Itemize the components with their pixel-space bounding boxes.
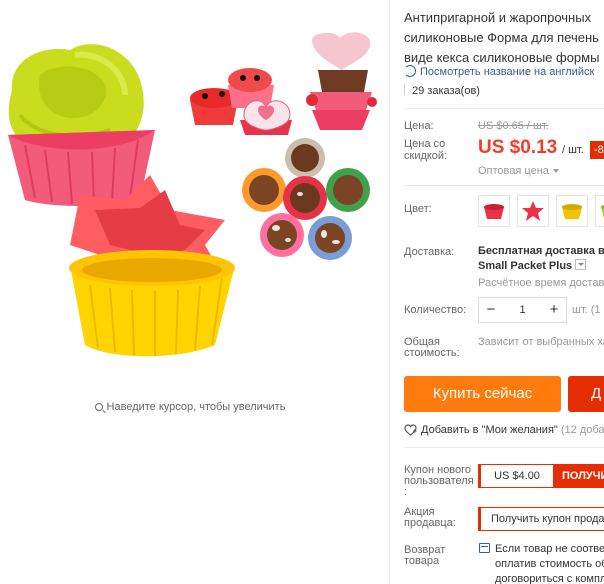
wholesale-label: Оптовая цена — [478, 165, 549, 177]
quantity-unit: шт. (1 — [572, 304, 601, 316]
quantity-minus-button[interactable]: − — [479, 298, 503, 322]
add-to-cart-button[interactable]: Д — [568, 376, 604, 412]
color-swatch-green[interactable] — [595, 195, 604, 227]
color-label: Цвет: — [404, 203, 432, 215]
main-product-image[interactable] — [0, 30, 390, 370]
chevron-down-icon — [575, 259, 587, 270]
discount-price-label-2: скидкой: — [404, 150, 448, 162]
return-policy-text: Если товар не соответ оплатив стоимость … — [495, 542, 604, 584]
view-english-title-link[interactable]: Посмотреть название на английск — [404, 65, 594, 78]
zoom-hint-text: Наведите курсор, чтобы увеличить — [106, 401, 286, 413]
discount-badge: -8 — [590, 141, 604, 159]
title-line-1: Антипригарной и жаропрочных — [404, 10, 592, 25]
green-cupcake-mold-icon — [601, 204, 604, 219]
return-policy-icon — [479, 543, 490, 553]
returns-label-2: товара — [404, 555, 440, 567]
title-line-2: силиконовые Форма для печень — [404, 30, 599, 45]
seller-coupon-button[interactable]: Получить купон прода — [478, 507, 604, 531]
orders-count: 29 заказа(ов) — [404, 84, 480, 97]
magnifier-icon — [94, 403, 103, 411]
yellow-cupcake-mold-icon — [562, 204, 582, 219]
heart-icon — [404, 424, 417, 436]
quantity-label: Количество: — [404, 304, 467, 316]
total-value: Зависит от выбранных хар — [478, 336, 604, 348]
orders-text: 29 заказа(ов) — [412, 85, 480, 97]
shipping-method-select[interactable]: Small Packet Plus — [478, 259, 587, 274]
wishlist-text: Добавить в "Мои желания" — [421, 424, 558, 436]
quantity-stepper: − 1 + — [478, 297, 567, 323]
shipping-free: Бесплатная доставка в — [478, 245, 604, 257]
pink-heart-mold-stack — [306, 32, 377, 130]
gallery-divider — [389, 0, 390, 584]
divider — [404, 447, 604, 448]
return-line-1: Если товар не соответ — [495, 543, 604, 555]
shipping-method: Small Packet Plus — [478, 260, 573, 272]
get-coupon-button[interactable]: ПОЛУЧИ — [554, 464, 604, 488]
yellow-cupcake-mold — [69, 250, 235, 357]
old-price: US $0.65 / шт. — [478, 120, 549, 132]
translate-link-text: Посмотреть название на английск — [420, 66, 595, 78]
translate-icon — [404, 65, 416, 77]
product-title: Антипригарной и жаропрочных силиконовые … — [404, 8, 604, 68]
shipping-time: Расчётное время доставк — [478, 277, 604, 289]
wishlist-count: (12 добав — [560, 424, 604, 436]
divider — [404, 108, 604, 109]
orders-separator — [404, 84, 405, 95]
new-user-coupon-label-2: пользователя — [404, 475, 474, 487]
quantity-plus-button[interactable]: + — [542, 298, 566, 322]
price-label: Цена: — [404, 120, 434, 132]
return-line-2: оплатив стоимость об — [495, 558, 604, 570]
chevron-down-icon — [552, 169, 559, 173]
add-to-wishlist-link[interactable]: Добавить в "Мои желания" (12 добав — [404, 424, 604, 436]
current-price: US $0.13 — [478, 137, 558, 158]
buy-now-button[interactable]: Купить сейчас — [404, 376, 561, 412]
price-unit: / шт. — [562, 144, 584, 156]
return-line-3: договориться с компл — [495, 573, 604, 584]
shipping-label: Доставка: — [404, 246, 455, 258]
quantity-input[interactable]: 1 — [503, 298, 542, 322]
discount-price-label-1: Цена со — [404, 138, 446, 150]
seller-promo-label-2: продавца: — [404, 517, 456, 529]
coupon-amount: US $4.00 — [478, 464, 554, 488]
color-swatch-red-star[interactable] — [517, 195, 549, 227]
new-user-coupon: US $4.00 ПОЛУЧИ — [478, 464, 604, 488]
total-label-2: стоимость: — [404, 347, 460, 359]
new-user-coupon-label-3: : — [404, 486, 408, 498]
red-cupcake-mold-icon — [484, 204, 504, 219]
color-swatch-yellow[interactable] — [556, 195, 588, 227]
red-star-mold-icon — [522, 201, 544, 221]
wholesale-price-dropdown[interactable]: Оптовая цена — [478, 165, 559, 177]
color-swatch-red-cup[interactable] — [478, 195, 510, 227]
divider — [404, 185, 604, 186]
chocolate-muffins — [242, 138, 370, 260]
zoom-hint: Наведите курсор, чтобы увеличить — [0, 401, 380, 413]
product-gallery: Наведите курсор, чтобы увеличить — [0, 0, 390, 584]
